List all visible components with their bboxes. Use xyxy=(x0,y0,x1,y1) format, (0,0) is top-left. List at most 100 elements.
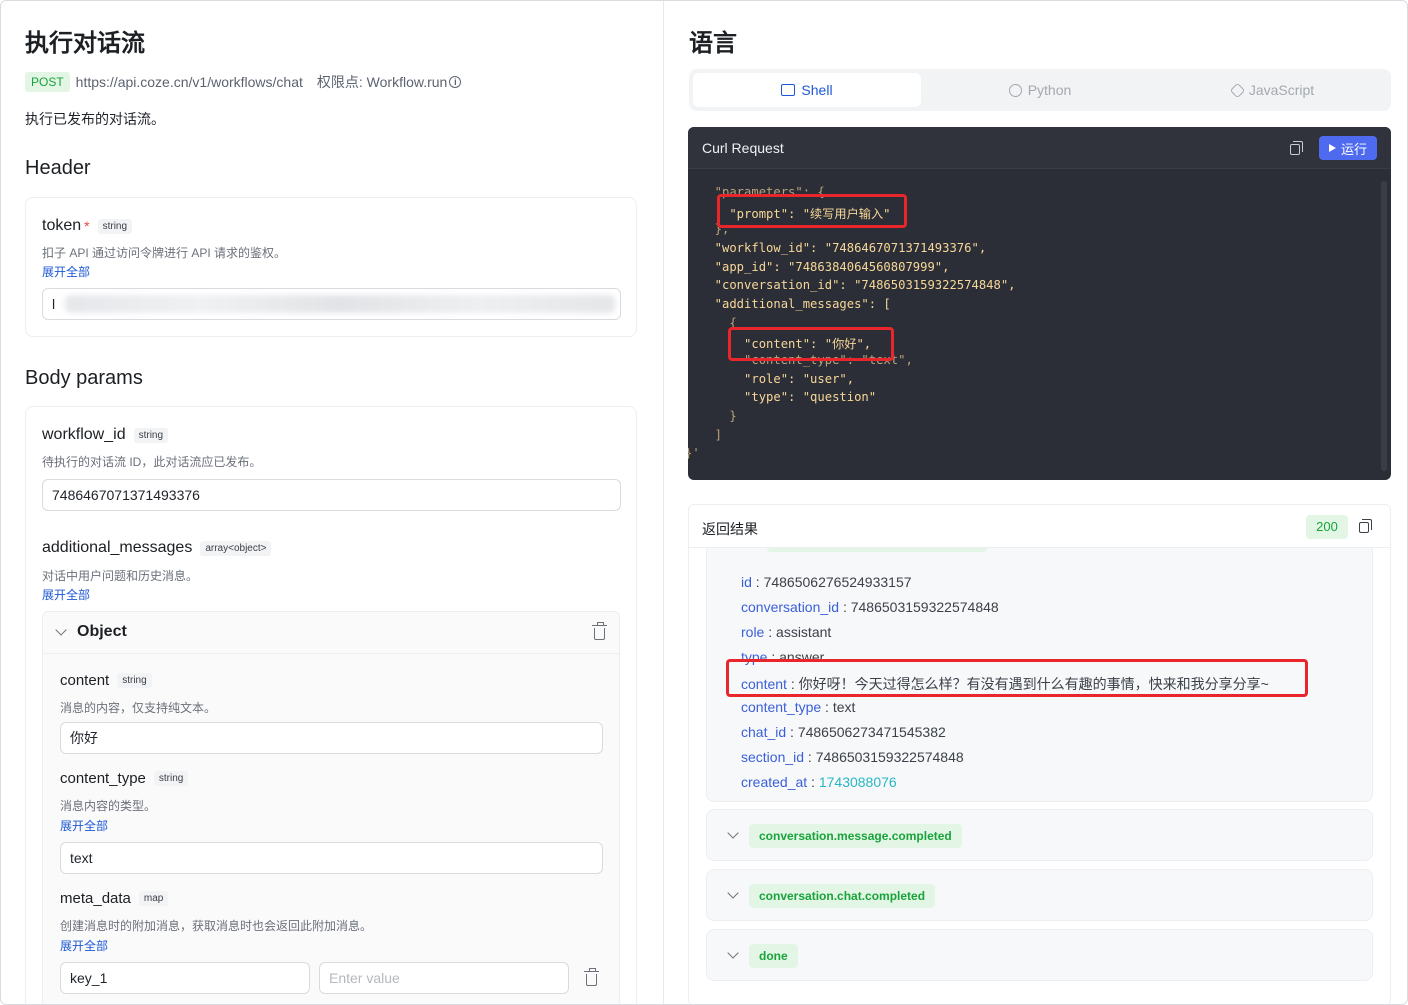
tab-javascript[interactable]: JavaScript xyxy=(1159,73,1387,107)
content-type-description: 消息内容的类型。 xyxy=(60,799,157,813)
copy-icon[interactable] xyxy=(1359,519,1372,533)
meta-data-label: meta_data xyxy=(60,890,131,907)
code-scrollbar[interactable] xyxy=(1381,181,1387,471)
field-key: chat_id xyxy=(741,724,787,740)
field-separator: : xyxy=(807,774,819,790)
type-tag: string xyxy=(117,673,152,688)
meta-data-field-name: meta_data map xyxy=(60,890,169,907)
panel-divider xyxy=(663,1,664,1004)
result-panel: 返回结果 200 id : 7486506276524933157 conver… xyxy=(688,504,1391,1004)
additional-messages-field-name: additional_messages array<object> xyxy=(42,539,272,557)
type-tag: array<object> xyxy=(200,540,272,556)
event-tag-clip xyxy=(767,548,987,552)
header-params-card: token * string 扣子 API 通过访问令牌进行 API 请求的鉴权… xyxy=(25,197,637,337)
code-line: }' xyxy=(688,446,700,460)
code-line: "role": "user", xyxy=(700,372,855,386)
field-separator: : xyxy=(821,699,833,715)
result-field: id : 7486506276524933157 xyxy=(741,574,912,590)
token-description: 扣子 API 通过访问令牌进行 API 请求的鉴权。 xyxy=(42,246,287,260)
content-type-expand-link[interactable]: 展开全部 xyxy=(60,817,108,834)
field-value: assistant xyxy=(776,624,832,640)
terminal-icon xyxy=(781,84,796,96)
chevron-down-icon[interactable] xyxy=(55,624,67,636)
workflow-id-label: workflow_id xyxy=(42,426,126,443)
highlight-content xyxy=(728,327,894,361)
content-type-input[interactable]: text xyxy=(60,842,603,874)
chevron-down-icon[interactable] xyxy=(727,947,739,959)
field-key: id xyxy=(741,574,752,590)
python-icon xyxy=(1008,83,1022,97)
result-field: section_id : 7486503159322574848 xyxy=(741,749,964,765)
additional-messages-description: 对话中用户问题和历史消息。 xyxy=(42,569,199,583)
field-separator: : xyxy=(786,724,798,740)
api-description: 执行已发布的对话流。 xyxy=(25,111,165,127)
token-input[interactable]: l xyxy=(42,288,621,320)
result-field: chat_id : 7486506273471545382 xyxy=(741,724,946,740)
tab-shell[interactable]: Shell xyxy=(693,73,921,107)
workflow-id-field-name: workflow_id string xyxy=(42,426,169,444)
object-item-header[interactable]: Object xyxy=(43,612,619,654)
type-tag: string xyxy=(153,771,189,786)
tab-label: Shell xyxy=(801,82,833,98)
meta-data-expand-link[interactable]: 展开全部 xyxy=(60,937,108,954)
code-line: "app_id": "7486384064560807999", xyxy=(700,260,950,274)
body-section-title: Body params xyxy=(25,367,143,389)
redacted-token-blur xyxy=(65,295,615,313)
event-card-chat-completed[interactable]: conversation.chat.completed xyxy=(706,869,1373,921)
content-input[interactable]: 你好 xyxy=(60,722,603,754)
field-value: 7486503159322574848 xyxy=(815,749,964,765)
workflow-id-description: 待执行的对话流 ID，此对话流应已发布。 xyxy=(42,455,262,469)
additional-messages-label: additional_messages xyxy=(42,539,193,556)
field-separator: : xyxy=(804,749,816,765)
workflow-id-input[interactable]: 7486467071371493376 xyxy=(42,479,621,511)
field-separator: : xyxy=(764,624,777,640)
trash-icon[interactable] xyxy=(584,968,599,986)
code-line: "workflow_id": "7486467071371493376", xyxy=(700,241,987,255)
field-key: conversation_id xyxy=(741,599,840,615)
code-header: Curl Request 运行 xyxy=(688,127,1391,169)
token-field-name: token * string xyxy=(42,217,133,235)
event-tag: conversation.chat.completed xyxy=(749,884,936,908)
token-value: l xyxy=(52,296,56,312)
field-key: created_at xyxy=(741,774,808,790)
field-value: text xyxy=(832,699,856,715)
field-value: 7486506273471545382 xyxy=(797,724,946,740)
tab-python[interactable]: Python xyxy=(926,73,1154,107)
tab-label: Python xyxy=(1027,82,1072,98)
event-card-message-completed[interactable]: conversation.message.completed xyxy=(706,809,1373,861)
field-value: 7486506276524933157 xyxy=(763,574,912,590)
highlight-prompt xyxy=(717,194,907,228)
field-key: section_id xyxy=(741,749,805,765)
copy-icon[interactable] xyxy=(1290,141,1303,155)
result-field: created_at : 1743088076 xyxy=(741,774,897,790)
run-label: 运行 xyxy=(1340,141,1367,157)
status-badge: 200 xyxy=(1306,515,1348,539)
field-separator: : xyxy=(839,599,851,615)
code-line: "type": "question" xyxy=(700,390,877,404)
app-window: 执行对话流 POST https://api.coze.cn/v1/workfl… xyxy=(0,0,1408,1005)
javascript-icon xyxy=(1229,82,1246,98)
field-value: 7486503159322574848 xyxy=(850,599,999,615)
chevron-down-icon[interactable] xyxy=(727,827,739,839)
event-tag: conversation.message.completed xyxy=(749,824,962,848)
tab-label: JavaScript xyxy=(1248,82,1315,98)
code-line: "conversation_id": "7486503159322574848"… xyxy=(700,278,1016,292)
token-expand-link[interactable]: 展开全部 xyxy=(42,263,90,280)
chevron-down-icon[interactable] xyxy=(727,887,739,899)
event-card-done[interactable]: done xyxy=(706,929,1373,981)
additional-messages-expand-link[interactable]: 展开全部 xyxy=(42,586,90,603)
endpoint-url[interactable]: https://api.coze.cn/v1/workflows/chat xyxy=(76,74,303,90)
meta-data-description: 创建消息时的附加消息，获取消息时也会返回此附加消息。 xyxy=(60,919,373,933)
result-field: conversation_id : 7486503159322574848 xyxy=(741,599,999,615)
info-icon[interactable]: i xyxy=(449,76,462,88)
meta-data-key-input[interactable]: key_1 xyxy=(60,962,310,994)
run-button[interactable]: 运行 xyxy=(1319,136,1377,160)
content-field-name: content string xyxy=(60,672,152,689)
meta-data-value-input[interactable]: Enter value xyxy=(319,962,569,994)
content-label: content xyxy=(60,672,110,689)
field-key: content_type xyxy=(741,699,822,715)
header-section-title: Header xyxy=(25,157,91,179)
trash-icon[interactable] xyxy=(592,622,607,640)
code-title: Curl Request xyxy=(702,140,784,156)
type-tag: map xyxy=(138,891,169,906)
